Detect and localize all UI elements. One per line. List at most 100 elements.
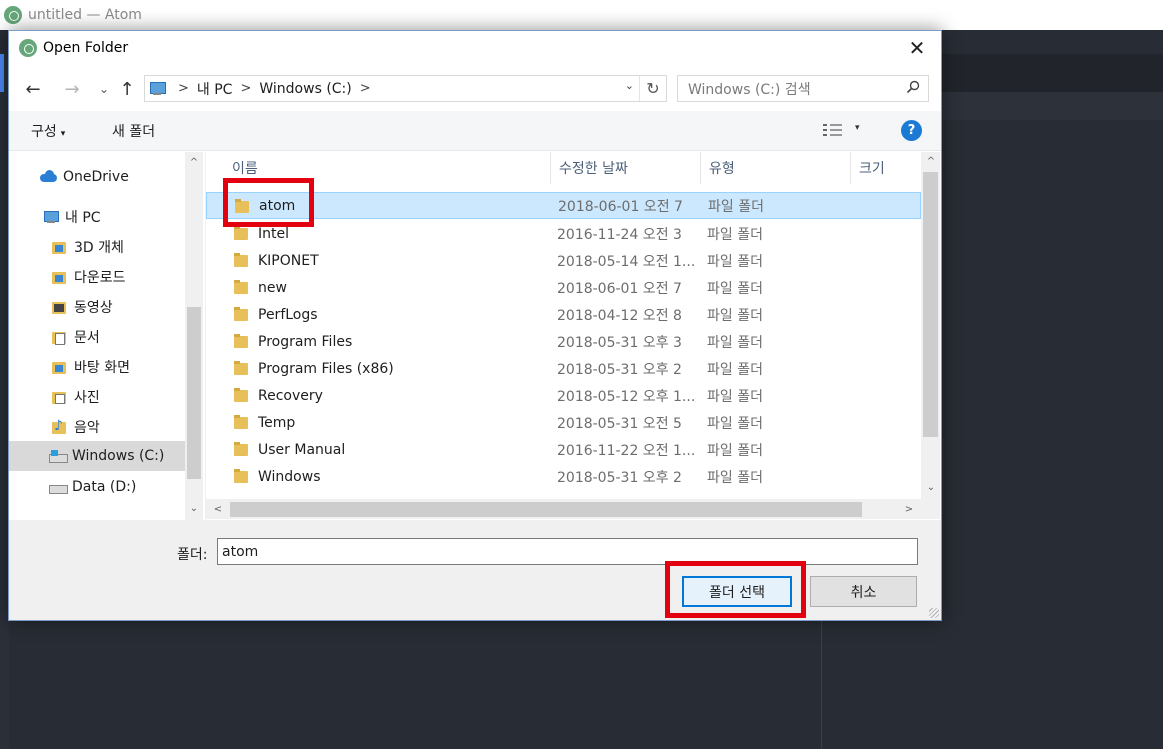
select-folder-button[interactable]: 폴더 선택 (682, 576, 792, 607)
pc-icon (148, 81, 170, 96)
dialog-title: Open Folder (43, 40, 129, 56)
breadcrumb-separator[interactable]: > (240, 81, 251, 96)
column-header-type[interactable]: 유형 (701, 152, 851, 184)
file-row[interactable]: Recovery 2018-05-12 오후 1... 파일 폴더 (206, 382, 921, 409)
back-button[interactable]: ← (21, 77, 45, 101)
scroll-down-arrow[interactable]: ⌄ (922, 479, 940, 496)
column-header-size[interactable]: 크기 (851, 152, 921, 184)
scrollbar-thumb[interactable] (923, 172, 938, 437)
folder-icon (234, 280, 248, 294)
nav-item-windows-c[interactable]: Windows (C:) (9, 441, 185, 471)
folder-icon (234, 307, 248, 321)
cancel-button[interactable]: 취소 (810, 576, 917, 607)
file-type: 파일 폴더 (707, 415, 763, 432)
address-bar[interactable]: > 내 PC > Windows (C:) > ⌄ ↻ (144, 75, 667, 102)
nav-item-3d-objects[interactable]: 3D 개체 (9, 232, 185, 262)
file-type: 파일 폴더 (707, 388, 763, 405)
folder-icon (234, 334, 248, 348)
help-button[interactable]: ? (901, 120, 922, 141)
search-input[interactable]: Windows (C:) 검색 (677, 75, 929, 102)
file-list-vertical-scrollbar[interactable]: ^ ⌄ (921, 152, 940, 502)
breadcrumb-windows-c[interactable]: Windows (C:) (259, 81, 351, 97)
atom-logo-icon (4, 6, 22, 24)
scroll-down-arrow[interactable]: ⌄ (185, 500, 203, 517)
file-name: atom (259, 197, 296, 214)
file-type: 파일 폴더 (707, 334, 763, 351)
nav-item-videos[interactable]: 동영상 (9, 292, 185, 322)
scrollbar-thumb[interactable] (230, 502, 862, 517)
scroll-up-arrow[interactable]: ^ (185, 154, 203, 171)
file-date: 2018-05-31 오전 5 (557, 415, 682, 432)
nav-item-music[interactable]: 음악 (9, 412, 185, 442)
atom-titlebar: untitled — Atom (0, 0, 1163, 30)
file-row[interactable]: Windows 2018-05-31 오후 2 파일 폴더 (206, 463, 921, 490)
view-dropdown-icon[interactable]: ▾ (855, 123, 860, 133)
new-folder-button[interactable]: 새 폴더 (112, 121, 155, 141)
refresh-button[interactable]: ↻ (639, 76, 666, 101)
file-name: Windows (258, 468, 321, 485)
folder-name-input[interactable] (217, 538, 918, 565)
atom-editor-gutter-strip (940, 92, 1163, 120)
breadcrumb-separator[interactable]: > (360, 81, 371, 96)
download-folder-icon (51, 269, 67, 285)
column-header-label: 수정한 날짜 (559, 161, 628, 177)
organize-button[interactable]: 구성 ▾ (31, 121, 65, 141)
breadcrumb-separator[interactable]: > (178, 81, 189, 96)
folder-icon (235, 199, 249, 213)
file-row[interactable]: User Manual 2016-11-22 오전 1... 파일 폴더 (206, 436, 921, 463)
windows-drive-icon (49, 448, 68, 464)
file-row[interactable]: new 2018-06-01 오전 7 파일 폴더 (206, 274, 921, 301)
recent-locations-button[interactable]: ⌄ (92, 77, 116, 101)
column-header-name[interactable]: 이름 ^ (224, 152, 551, 184)
nav-item-pictures[interactable]: 사진 (9, 382, 185, 412)
navigation-pane-scrollbar[interactable]: ^ ⌄ (185, 152, 203, 520)
up-button[interactable]: ↑ (115, 77, 139, 101)
file-row[interactable]: PerfLogs 2018-04-12 오전 8 파일 폴더 (206, 301, 921, 328)
nav-item-onedrive[interactable]: OneDrive (9, 162, 185, 192)
scroll-left-arrow[interactable]: < (209, 501, 227, 518)
drive-icon (49, 479, 68, 495)
search-placeholder: Windows (C:) 검색 (688, 81, 811, 98)
scrollbar-thumb[interactable] (187, 307, 201, 479)
address-dropdown-icon[interactable]: ⌄ (625, 79, 634, 92)
pc-icon (42, 209, 59, 225)
nav-item-desktop[interactable]: 바탕 화면 (9, 352, 185, 382)
file-name: Temp (258, 414, 296, 431)
scroll-up-arrow[interactable]: ^ (922, 153, 940, 170)
nav-item-label: 사진 (74, 390, 100, 406)
folder-icon (234, 469, 248, 483)
pictures-folder-icon (51, 389, 67, 405)
resize-grip-icon[interactable] (929, 608, 939, 618)
column-header-date[interactable]: 수정한 날짜 (551, 152, 701, 184)
folder-icon (234, 253, 248, 267)
folder-icon (234, 442, 248, 456)
file-date: 2016-11-22 오전 1... (557, 442, 696, 459)
sort-ascending-icon: ^ (399, 152, 410, 160)
view-options-icon[interactable] (823, 123, 845, 139)
file-row-atom[interactable]: atom 2018-06-01 오전 7 파일 폴더 (206, 192, 921, 219)
nav-item-label: 바탕 화면 (74, 360, 130, 376)
close-button[interactable]: ✕ (903, 35, 931, 61)
file-row[interactable]: KIPONET 2018-05-14 오전 1... 파일 폴더 (206, 247, 921, 274)
folder-field-label: 폴더: (177, 547, 208, 563)
nav-item-my-pc[interactable]: 내 PC (9, 202, 185, 232)
atom-window-title: untitled — Atom (28, 7, 142, 23)
file-list-horizontal-scrollbar[interactable]: < > (205, 499, 921, 519)
dialog-titlebar: Open Folder ✕ (9, 31, 941, 65)
file-row[interactable]: Intel 2016-11-24 오전 3 파일 폴더 (206, 220, 921, 247)
nav-item-documents[interactable]: 문서 (9, 322, 185, 352)
nav-item-label: 다운로드 (74, 270, 126, 286)
nav-item-data-d[interactable]: Data (D:) (9, 472, 185, 502)
search-icon[interactable] (906, 80, 920, 98)
file-name: User Manual (258, 441, 346, 458)
nav-item-downloads[interactable]: 다운로드 (9, 262, 185, 292)
file-row[interactable]: Temp 2018-05-31 오전 5 파일 폴더 (206, 409, 921, 436)
breadcrumb-my-pc[interactable]: 내 PC (197, 79, 233, 99)
file-name: new (258, 279, 287, 296)
file-type: 파일 폴더 (707, 307, 763, 324)
file-row[interactable]: Program Files 2018-05-31 오후 3 파일 폴더 (206, 328, 921, 355)
file-row[interactable]: Program Files (x86) 2018-05-31 오후 2 파일 폴… (206, 355, 921, 382)
scrollbar-corner (921, 499, 940, 519)
forward-button[interactable]: → (60, 77, 84, 101)
scroll-right-arrow[interactable]: > (900, 501, 918, 518)
